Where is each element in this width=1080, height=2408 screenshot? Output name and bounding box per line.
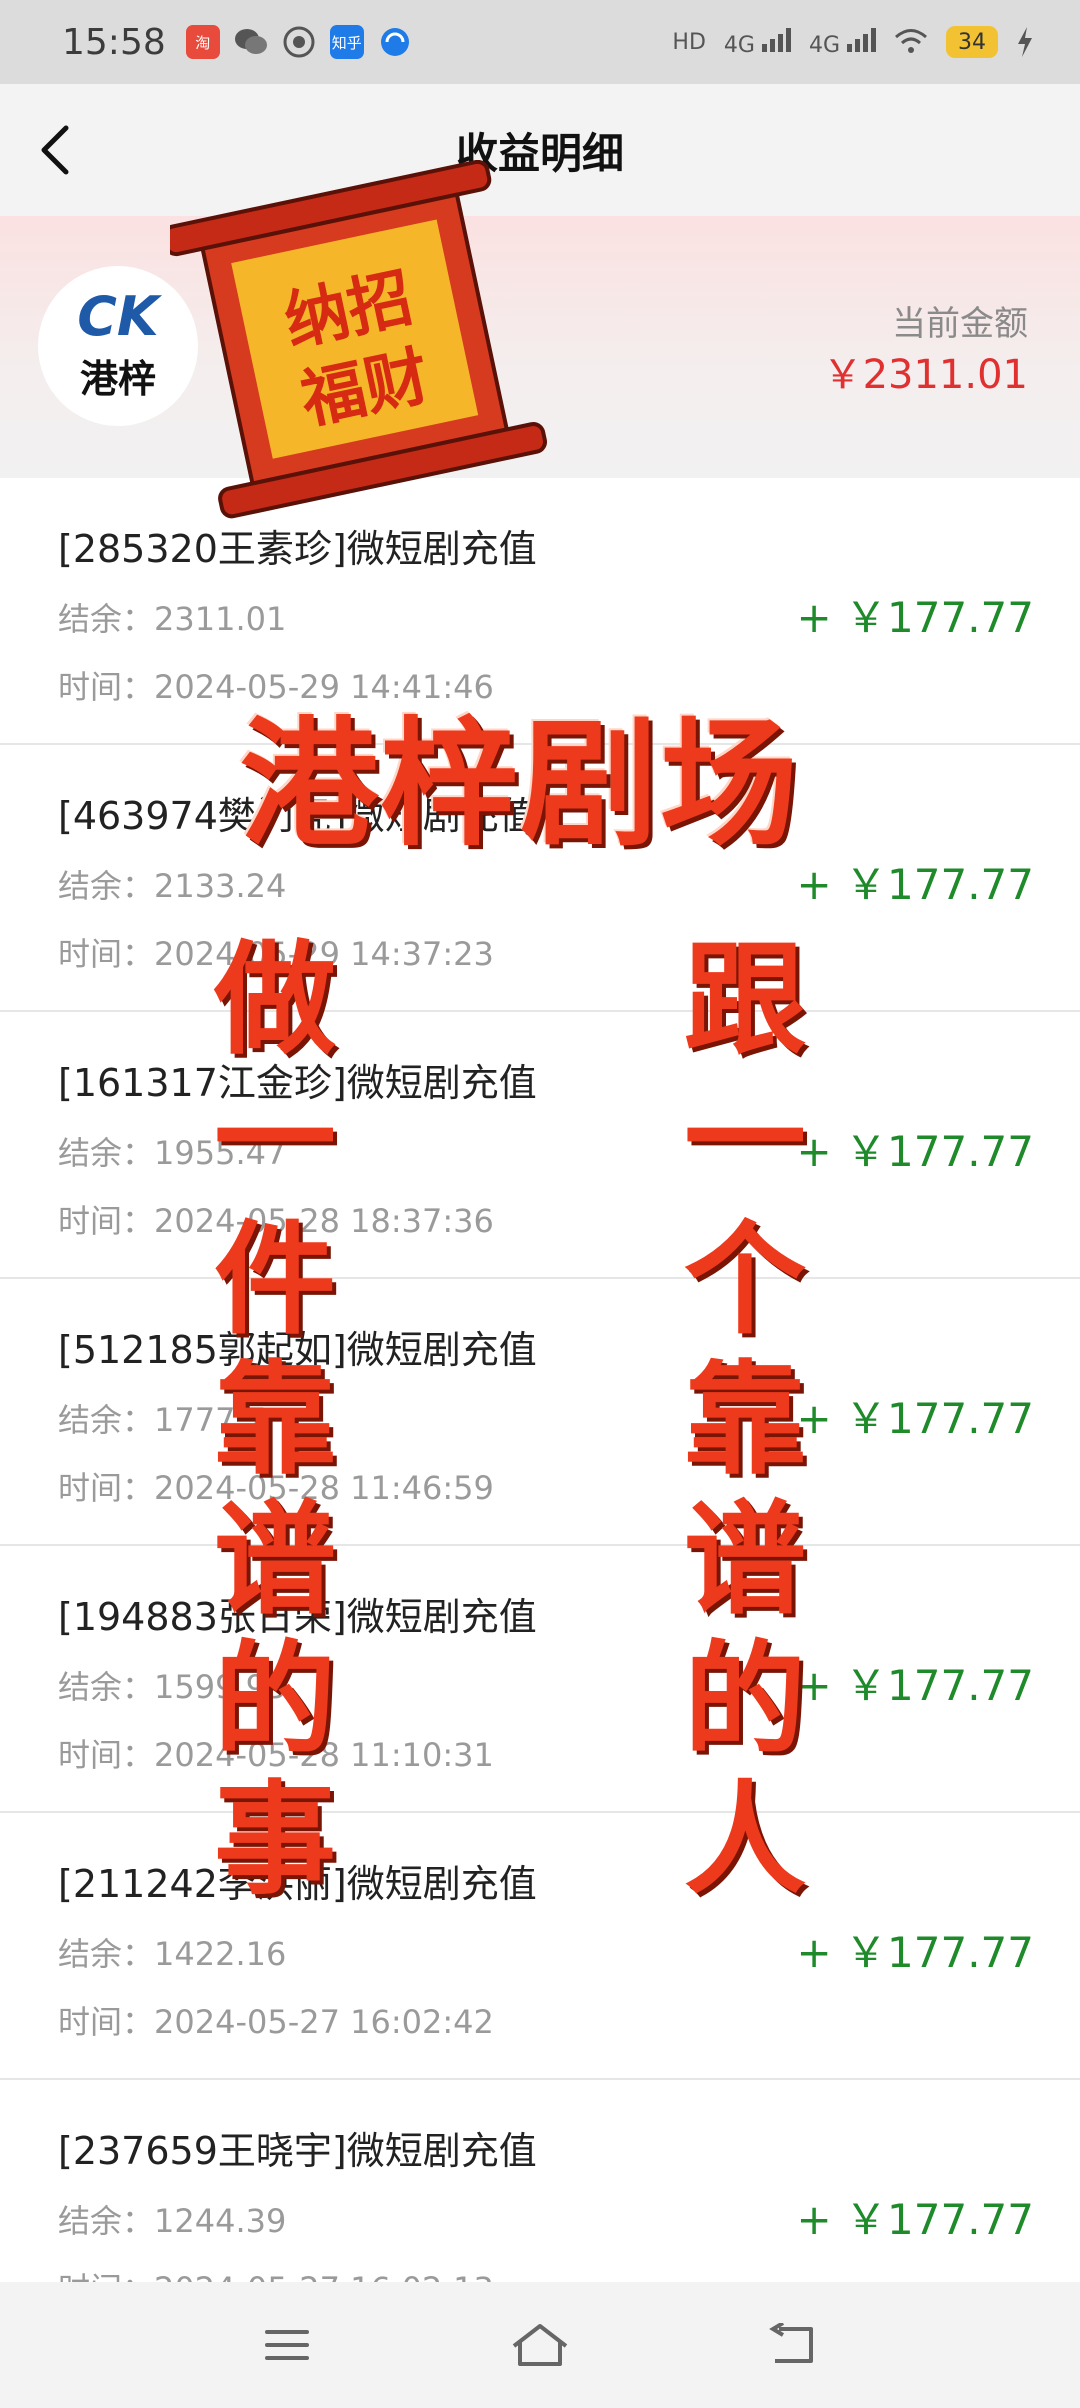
- record-balance: 结余：1244.39: [58, 2202, 287, 2240]
- list-item[interactable]: [211242李洪丽]微短剧充值 结余：1422.16 时间：2024-05-2…: [0, 1813, 1080, 2080]
- record-title: [285320王素珍]微短剧充值: [58, 527, 537, 571]
- signal-bars-icon: [761, 26, 791, 52]
- menu-button[interactable]: [247, 2310, 327, 2380]
- list-item[interactable]: [512185郭起如]微短剧充值 结余：1777.7 时间：2024-05-28…: [0, 1279, 1080, 1546]
- record-time: 时间：2024-05-28 11:46:59: [58, 1469, 494, 1507]
- wechat-icon: [234, 25, 268, 59]
- record-amount: + ￥177.77: [796, 2195, 1034, 2244]
- record-title: [512185郭起如]微短剧充值: [58, 1328, 537, 1372]
- battery-icon: 34: [946, 26, 998, 58]
- record-balance: 结余：1422.16: [58, 1935, 287, 1973]
- record-time: 时间：2024-05-28 18:37:36: [58, 1202, 494, 1240]
- signal-2: 4G: [809, 26, 876, 58]
- record-amount: + ￥177.77: [796, 1661, 1034, 1710]
- camera-icon: [282, 25, 316, 59]
- record-balance: 结余：1955.47: [58, 1134, 287, 1172]
- signal-1-label: 4G: [723, 33, 755, 58]
- status-time: 15:58: [62, 21, 166, 63]
- record-amount: + ￥177.77: [796, 1127, 1034, 1176]
- record-amount: + ￥177.77: [796, 593, 1034, 642]
- charging-icon: [1018, 27, 1032, 57]
- list-item[interactable]: [285320王素珍]微短剧充值 结余：2311.01 时间：2024-05-2…: [0, 478, 1080, 745]
- back-nav-button[interactable]: [753, 2310, 833, 2380]
- back-nav-icon: [769, 2323, 814, 2363]
- record-title: [194883张日荣]微短剧充值: [58, 1595, 537, 1639]
- home-button[interactable]: [500, 2310, 580, 2380]
- record-time: 时间：2024-05-29 14:41:46: [58, 668, 494, 706]
- record-time: 时间：2024-05-28 11:10:31: [58, 1736, 494, 1774]
- status-bar: 15:58 淘 知乎 HD 4G 4G 34: [0, 0, 1080, 84]
- avatar-text: 港梓: [79, 356, 156, 401]
- taobao-icon: 淘: [185, 25, 220, 59]
- record-amount: + ￥177.77: [796, 1394, 1034, 1443]
- menu-icon: [264, 2330, 309, 2360]
- balance-summary: CK 港梓 当前金额 ￥2311.01: [0, 216, 1080, 478]
- hd-icon: HD: [672, 29, 706, 55]
- browser-icon: [378, 25, 412, 59]
- status-right: HD 4G 4G 34: [672, 26, 1034, 58]
- notification-icons: 淘 知乎: [185, 25, 412, 59]
- record-title: [161317江金珍]微短剧充值: [58, 1061, 537, 1105]
- record-time: 时间：2024-05-27 16:02:42: [58, 2003, 494, 2041]
- balance-label: 当前金额: [892, 304, 1028, 344]
- list-item[interactable]: [194883张日荣]微短剧充值 结余：1599.93 时间：2024-05-2…: [0, 1546, 1080, 1813]
- record-balance: 结余：1777.7: [58, 1401, 266, 1439]
- list-item[interactable]: [463974樊门虎]微短剧充值 结余：2133.24 时间：2024-05-2…: [0, 745, 1080, 1012]
- record-title: [237659王晓宇]微短剧充值: [58, 2129, 537, 2173]
- balance-value: ￥2311.01: [822, 352, 1028, 398]
- chevron-left-icon: [41, 125, 69, 175]
- page-title: 收益明细: [455, 128, 624, 178]
- avatar: CK 港梓: [38, 266, 198, 426]
- back-button[interactable]: [30, 118, 90, 182]
- record-balance: 结余：2311.01: [58, 600, 287, 638]
- top-header: 收益明细: [0, 84, 1080, 216]
- record-amount: + ￥177.77: [796, 1928, 1034, 1977]
- list-item[interactable]: [161317江金珍]微短剧充值 结余：1955.47 时间：2024-05-2…: [0, 1012, 1080, 1279]
- signal-2-label: 4G: [808, 33, 840, 58]
- record-balance: 结余：1599.93: [58, 1668, 287, 1706]
- record-amount: + ￥177.77: [796, 860, 1034, 909]
- record-title: [463974樊门虎]微短剧充值: [58, 794, 537, 838]
- zhihu-icon: 知乎: [329, 25, 364, 59]
- record-balance: 结余：2133.24: [58, 867, 287, 905]
- system-nav-bar: [0, 2282, 1080, 2408]
- wifi-icon: [895, 29, 927, 53]
- signal-1: 4G: [724, 26, 791, 58]
- record-title: [211242李洪丽]微短剧充值: [58, 1862, 537, 1906]
- logo-icon: CK: [77, 284, 159, 348]
- earnings-list: [285320王素珍]微短剧充值 结余：2311.01 时间：2024-05-2…: [0, 478, 1080, 2347]
- record-time: 时间：2024-05-29 14:37:23: [58, 935, 494, 973]
- signal-bars-icon: [847, 26, 876, 52]
- home-icon: [512, 2324, 568, 2366]
